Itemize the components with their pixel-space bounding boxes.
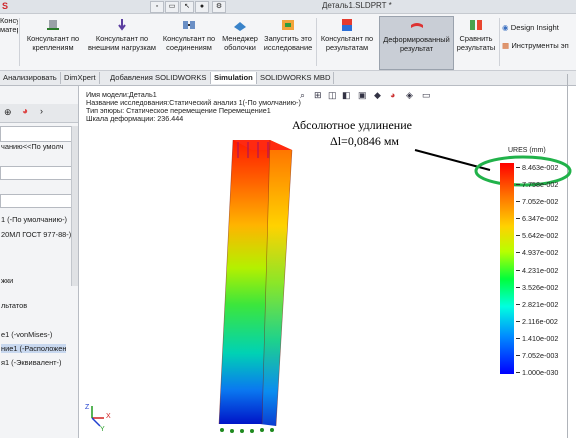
legend-label: 2.116e-002: [522, 316, 558, 326]
legend-label: 5.642e-002: [522, 231, 559, 241]
legend-label: 1.000e-030: [522, 368, 559, 377]
coordinate-triad: [91, 406, 104, 427]
triad-x-label: X: [106, 413, 111, 420]
legend-color-bar: [500, 163, 514, 374]
legend-tick: [516, 235, 520, 237]
legend-tick: [516, 303, 520, 305]
legend-tick: [516, 286, 520, 288]
legend-label: 6.347e-002: [522, 214, 559, 224]
legend-tick: [516, 354, 520, 356]
legend-tick: [516, 201, 520, 203]
legend-label: 8.463e-002: [522, 163, 559, 172]
beam-front-face: [219, 140, 270, 424]
legend-tick: [516, 184, 520, 186]
legend-label: 2.821e-002: [522, 299, 559, 309]
legend-label: 7.052e-002: [522, 197, 559, 207]
legend-label: 3.526e-002: [522, 282, 559, 292]
legend-label: 4.231e-002: [522, 265, 559, 275]
legend-label: 7.758e-002: [522, 180, 559, 190]
model-viewport: [91, 139, 572, 433]
legend-title: URES (mm): [508, 147, 546, 154]
legend-tick: [516, 218, 520, 220]
triad-y-label: Y: [100, 426, 105, 433]
legend-tick: [516, 320, 520, 322]
legend-tick: [516, 269, 520, 271]
legend-tick: [516, 372, 520, 373]
legend-tick: [516, 167, 520, 168]
legend-label: 1.410e-002: [522, 333, 559, 343]
legend-label: 7.052e-003: [522, 350, 559, 360]
triad-z-label: Z: [85, 404, 90, 411]
legend-label: 4.937e-002: [522, 248, 559, 258]
legend-tick: [516, 337, 520, 339]
fixture-symbols: [220, 428, 274, 433]
legend-tick: [516, 252, 520, 254]
